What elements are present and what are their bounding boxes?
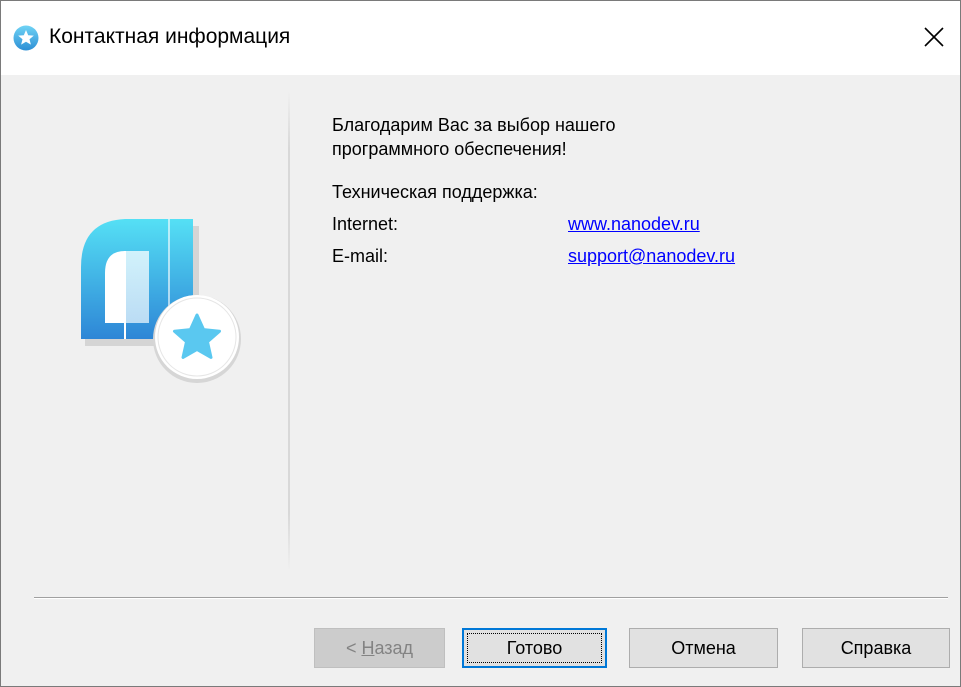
done-button[interactable]: Готово — [462, 628, 607, 668]
star-badge-icon — [13, 25, 39, 51]
back-button[interactable]: < Назад — [314, 628, 445, 668]
back-button-prefix: < — [345, 637, 362, 658]
close-button[interactable] — [916, 19, 952, 55]
done-button-label: Готово — [506, 637, 563, 658]
contact-row-internet: Internet: www.nanodev.ru — [332, 204, 712, 236]
close-icon — [924, 27, 944, 47]
internet-label: Internet: — [332, 214, 399, 234]
window-title: Контактная информация — [49, 25, 291, 48]
cancel-button[interactable]: Отмена — [629, 628, 778, 668]
title-bar: Контактная информация — [1, 1, 960, 75]
vertical-divider — [288, 91, 290, 571]
cancel-button-label: Отмена — [671, 637, 736, 658]
dialog-window: Контактная информация Благодарим Вас за … — [0, 0, 961, 687]
back-button-hotkey: Н — [361, 637, 375, 658]
help-button[interactable]: Справка — [802, 628, 950, 668]
thanks-text: Благодарим Вас за выбор нашего программн… — [332, 115, 616, 159]
support-heading: Техническая поддержка: — [332, 182, 538, 202]
horizontal-divider — [34, 597, 948, 599]
app-logo-icon — [81, 219, 241, 383]
email-link[interactable]: support@nanodev.ru — [568, 244, 735, 268]
help-button-label: Справка — [840, 637, 912, 658]
email-label: E-mail: — [332, 246, 389, 266]
website-link[interactable]: www.nanodev.ru — [568, 212, 700, 236]
contact-content: Благодарим Вас за выбор нашего программн… — [332, 113, 735, 268]
contact-row-email: E-mail: support@nanodev.ru — [332, 236, 735, 268]
back-button-rest: азад — [374, 637, 414, 658]
